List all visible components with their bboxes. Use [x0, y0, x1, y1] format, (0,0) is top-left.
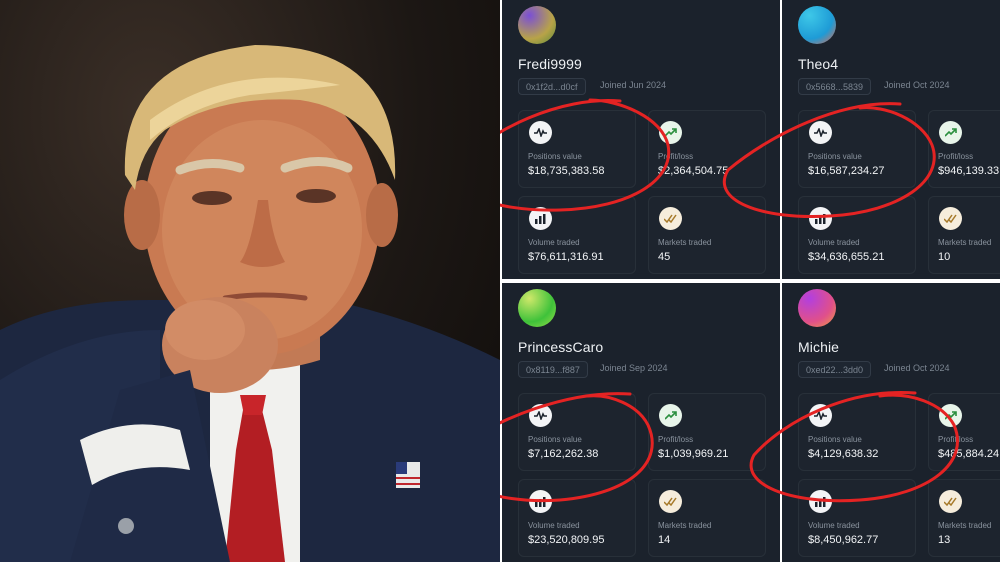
- wallet-address-badge[interactable]: 0x5668...5839: [798, 78, 872, 95]
- username[interactable]: PrincessCaro: [518, 339, 603, 355]
- positions-value-amount: $18,735,383.58: [528, 165, 605, 177]
- profit-loss-amount: $1,039,969.21: [658, 448, 729, 460]
- double-check-icon: [939, 207, 962, 230]
- trader-panel-theo4: Theo4 0x5668...5839 Joined Oct 2024 Posi…: [782, 0, 1000, 279]
- trending-up-icon: [659, 121, 682, 144]
- trader-panel-fredi9999: Fredi9999 0x1f2d...d0cf Joined Jun 2024 …: [502, 0, 780, 279]
- profit-loss-card: Profit/loss $1,039,969.21: [648, 393, 766, 471]
- portrait-photo: [0, 0, 500, 562]
- volume-traded-label: Volume traded: [808, 521, 860, 530]
- positions-value-label: Positions value: [528, 435, 582, 444]
- double-check-icon: [659, 207, 682, 230]
- volume-traded-card: Volume traded $76,611,316.91: [518, 196, 636, 274]
- markets-traded-label: Markets traded: [938, 521, 992, 530]
- markets-traded-count: 45: [658, 251, 671, 263]
- profit-loss-label: Profit/loss: [658, 435, 694, 444]
- username[interactable]: Michie: [798, 339, 839, 355]
- positions-value-card: Positions value $7,162,262.38: [518, 393, 636, 471]
- positions-value-label: Positions value: [808, 152, 862, 161]
- volume-traded-card: Volume traded $8,450,962.77: [798, 479, 916, 557]
- wallet-address-badge[interactable]: 0x1f2d...d0cf: [518, 78, 586, 95]
- profit-loss-label: Profit/loss: [658, 152, 694, 161]
- avatar[interactable]: [518, 289, 556, 327]
- volume-traded-amount: $76,611,316.91: [528, 251, 604, 263]
- profit-loss-card: Profit/loss $946,139.33: [928, 110, 1000, 188]
- volume-traded-label: Volume traded: [528, 238, 580, 247]
- activity-icon: [529, 121, 552, 144]
- trending-up-icon: [659, 404, 682, 427]
- double-check-icon: [659, 490, 682, 513]
- wallet-address-badge[interactable]: 0x8119...f887: [518, 361, 588, 378]
- username[interactable]: Theo4: [798, 56, 838, 72]
- profit-loss-amount: $485,884.24: [938, 448, 1000, 460]
- trader-panel-princesscaro: PrincessCaro 0x8119...f887 Joined Sep 20…: [502, 283, 780, 562]
- avatar[interactable]: [518, 6, 556, 44]
- activity-icon: [529, 404, 552, 427]
- profit-loss-label: Profit/loss: [938, 152, 974, 161]
- positions-value-card: Positions value $18,735,383.58: [518, 110, 636, 188]
- markets-traded-card: Markets traded 13: [928, 479, 1000, 557]
- markets-traded-card: Markets traded 45: [648, 196, 766, 274]
- markets-traded-label: Markets traded: [938, 238, 992, 247]
- positions-value-card: Positions value $16,587,234.27: [798, 110, 916, 188]
- positions-value-card: Positions value $4,129,638.32: [798, 393, 916, 471]
- volume-traded-card: Volume traded $23,520,809.95: [518, 479, 636, 557]
- joined-date: Joined Jun 2024: [600, 80, 667, 90]
- volume-traded-amount: $34,636,655.21: [808, 251, 885, 263]
- markets-traded-count: 10: [938, 251, 951, 263]
- profit-loss-amount: $946,139.33: [938, 165, 1000, 177]
- bar-chart-icon: [809, 207, 832, 230]
- volume-traded-label: Volume traded: [808, 238, 860, 247]
- wallet-address-badge[interactable]: 0xed22...3dd0: [798, 361, 872, 378]
- bar-chart-icon: [809, 490, 832, 513]
- trending-up-icon: [939, 121, 962, 144]
- trader-profiles-grid: Fredi9999 0x1f2d...d0cf Joined Jun 2024 …: [500, 0, 1000, 562]
- markets-traded-label: Markets traded: [658, 238, 712, 247]
- avatar[interactable]: [798, 289, 836, 327]
- joined-date: Joined Oct 2024: [884, 80, 950, 90]
- positions-value-label: Positions value: [808, 435, 862, 444]
- profit-loss-amount: $2,364,504.75: [658, 165, 729, 177]
- bar-chart-icon: [529, 490, 552, 513]
- joined-date: Joined Sep 2024: [600, 363, 668, 373]
- positions-value-amount: $16,587,234.27: [808, 165, 885, 177]
- markets-traded-count: 14: [658, 534, 671, 546]
- markets-traded-card: Markets traded 14: [648, 479, 766, 557]
- profit-loss-card: Profit/loss $485,884.24: [928, 393, 1000, 471]
- trader-panel-michie: Michie 0xed22...3dd0 Joined Oct 2024 Pos…: [782, 283, 1000, 562]
- volume-traded-amount: $8,450,962.77: [808, 534, 879, 546]
- markets-traded-count: 13: [938, 534, 951, 546]
- double-check-icon: [939, 490, 962, 513]
- activity-icon: [809, 404, 832, 427]
- avatar[interactable]: [798, 6, 836, 44]
- volume-traded-label: Volume traded: [528, 521, 580, 530]
- trending-up-icon: [939, 404, 962, 427]
- volume-traded-amount: $23,520,809.95: [528, 534, 605, 546]
- profit-loss-label: Profit/loss: [938, 435, 974, 444]
- positions-value-amount: $7,162,262.38: [528, 448, 599, 460]
- username[interactable]: Fredi9999: [518, 56, 582, 72]
- positions-value-label: Positions value: [528, 152, 582, 161]
- volume-traded-card: Volume traded $34,636,655.21: [798, 196, 916, 274]
- joined-date: Joined Oct 2024: [884, 363, 950, 373]
- markets-traded-card: Markets traded 10: [928, 196, 1000, 274]
- activity-icon: [809, 121, 832, 144]
- positions-value-amount: $4,129,638.32: [808, 448, 879, 460]
- markets-traded-label: Markets traded: [658, 521, 712, 530]
- profit-loss-card: Profit/loss $2,364,504.75: [648, 110, 766, 188]
- portrait-illustration: [0, 45, 500, 562]
- bar-chart-icon: [529, 207, 552, 230]
